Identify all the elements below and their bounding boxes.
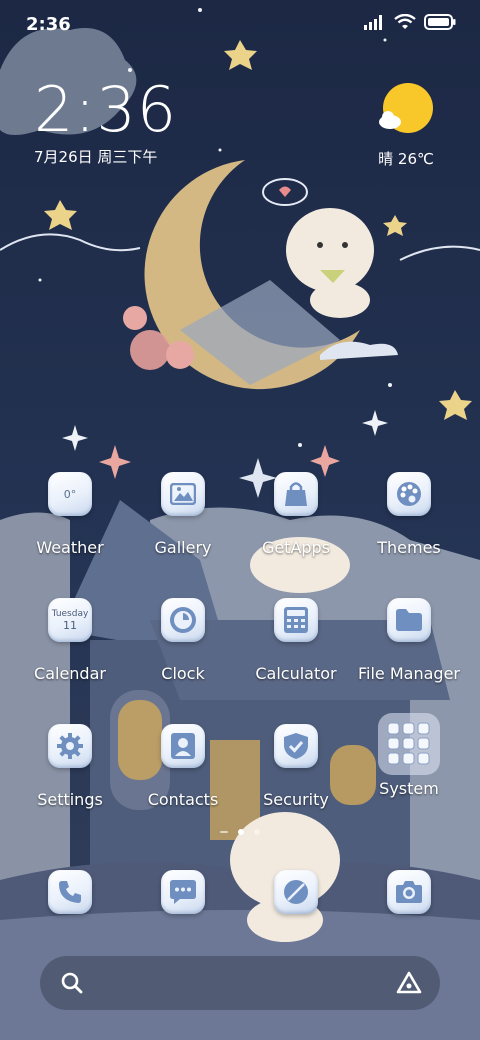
app-label: Settings — [37, 790, 103, 809]
dock-browser[interactable] — [241, 870, 351, 914]
browser-icon — [274, 870, 318, 914]
app-label: Security — [263, 790, 329, 809]
wifi-icon — [394, 13, 416, 34]
weather-icon-badge: 0° — [63, 487, 77, 501]
app-gallery[interactable]: Gallery — [128, 472, 238, 557]
page-indicator-menu — [220, 831, 228, 833]
page-dot-active — [238, 829, 244, 835]
app-label: Contacts — [147, 790, 219, 809]
app-label: Calendar — [34, 664, 106, 683]
calendar-day-name: Tuesday — [51, 608, 89, 619]
palette-icon — [387, 472, 431, 516]
status-bar: 2:36 — [0, 0, 480, 50]
clock-time: 2:36 — [34, 73, 178, 146]
weather-widget[interactable]: 晴 26℃ — [366, 82, 446, 169]
clock-date: 7月26日 周三下午 — [34, 148, 158, 166]
app-label: Themes — [377, 538, 441, 557]
app-folder-icon — [378, 713, 440, 775]
app-contacts[interactable]: Contacts — [128, 724, 238, 809]
app-label: File Manager — [358, 664, 460, 683]
app-folder-system[interactable]: System — [354, 713, 464, 798]
dock-camera[interactable] — [354, 870, 464, 914]
shield-icon — [274, 724, 318, 768]
status-icons — [364, 13, 456, 34]
page-dot — [254, 829, 260, 835]
shopping-bag-icon — [274, 472, 318, 516]
folder-icon — [387, 598, 431, 642]
search-bar[interactable] — [40, 956, 440, 1010]
camera-icon — [387, 870, 431, 914]
app-security[interactable]: Security — [241, 724, 351, 809]
app-weather[interactable]: 0° Weather — [15, 472, 125, 557]
weather-icon: 0° — [48, 472, 92, 516]
calendar-icon: Tuesday 11 — [48, 598, 92, 642]
app-label: GetApps — [261, 538, 331, 557]
app-label: Weather — [36, 538, 104, 557]
dock-phone[interactable] — [15, 870, 125, 914]
assistant-icon[interactable] — [396, 971, 422, 999]
dock-messaging[interactable] — [128, 870, 238, 914]
app-settings[interactable]: Settings — [15, 724, 125, 809]
app-file-manager[interactable]: File Manager — [354, 598, 464, 683]
clock-icon — [161, 598, 205, 642]
app-calculator[interactable]: Calculator — [241, 598, 351, 683]
contact-icon — [161, 724, 205, 768]
search-icon[interactable] — [60, 971, 84, 999]
app-label: Gallery — [154, 538, 212, 557]
app-label: System — [379, 779, 439, 798]
phone-icon — [48, 870, 92, 914]
app-label: Calculator — [255, 664, 337, 683]
sunny-icon — [366, 82, 446, 138]
signal-icon — [364, 14, 386, 34]
battery-icon — [424, 14, 456, 34]
clock-widget[interactable]: 2:36 7月26日 周三下午 — [34, 76, 177, 167]
status-time: 2:36 — [26, 14, 71, 35]
message-icon — [161, 870, 205, 914]
calendar-day-number: 11 — [63, 618, 77, 632]
gallery-icon — [161, 472, 205, 516]
app-themes[interactable]: Themes — [354, 472, 464, 557]
gear-icon — [48, 724, 92, 768]
app-getapps[interactable]: GetApps — [241, 472, 351, 557]
app-label: Clock — [161, 664, 205, 683]
app-clock[interactable]: Clock — [128, 598, 238, 683]
page-indicator[interactable] — [0, 829, 480, 835]
app-calendar[interactable]: Tuesday 11 Calendar — [15, 598, 125, 683]
calculator-icon — [274, 598, 318, 642]
weather-text: 晴 26℃ — [378, 150, 434, 168]
